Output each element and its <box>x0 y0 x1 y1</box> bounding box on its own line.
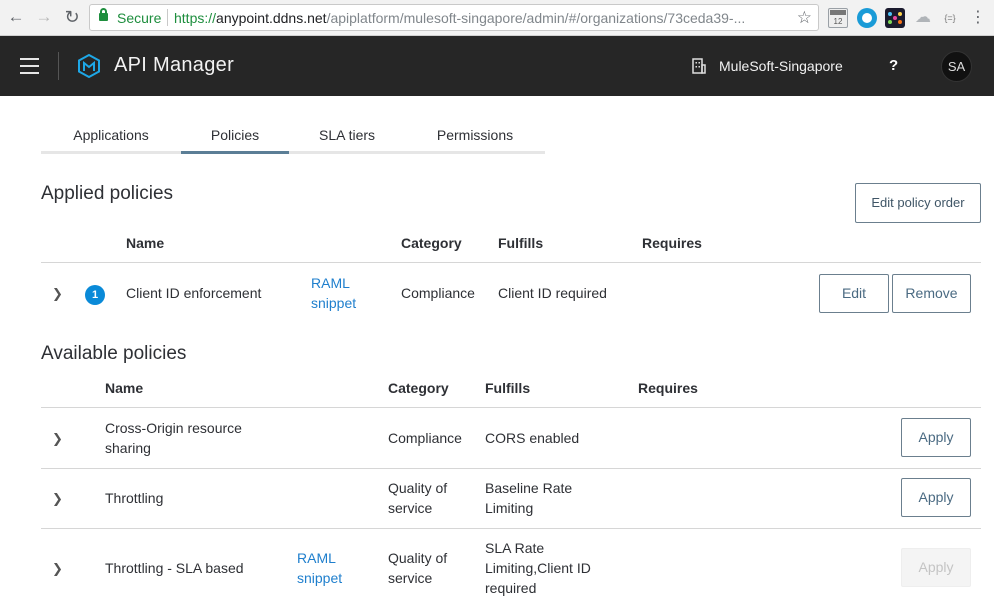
policy-category: Compliance <box>401 285 475 301</box>
cloud-extension-icon[interactable]: ☁ <box>913 8 933 28</box>
edit-policy-button[interactable]: Edit <box>819 274 889 313</box>
policy-category: Compliance <box>388 430 462 446</box>
policy-name: Client ID enforcement <box>126 285 262 301</box>
row-divider <box>41 468 981 469</box>
url-path: /apiplatform/mulesoft-singapore/admin/#/… <box>326 10 746 26</box>
applied-col-name: Name <box>126 235 165 251</box>
policy-category: Quality of service <box>388 478 447 518</box>
raml-link-line1: RAML <box>297 550 336 566</box>
json-extension-icon[interactable]: {=} <box>940 8 960 28</box>
fulfills-line2: Limiting <box>485 500 534 516</box>
apply-policy-button[interactable]: Apply <box>901 478 971 517</box>
bookmark-star-icon[interactable]: ☆ <box>797 8 812 28</box>
url-text[interactable]: https://anypoint.ddns.net/apiplatform/mu… <box>174 10 794 26</box>
category-line2: service <box>388 500 433 516</box>
active-tab-indicator <box>181 151 289 154</box>
available-col-category: Category <box>388 380 449 396</box>
policy-name: Throttling - SLA based <box>105 560 244 576</box>
fulfills-line2: Limiting,Client ID <box>485 560 591 576</box>
address-bar[interactable]: Secure https://anypoint.ddns.net/apiplat… <box>89 4 819 31</box>
app-header: API Manager MuleSoft-Singapore ? SA <box>0 36 994 96</box>
available-col-requires: Requires <box>638 380 698 396</box>
expand-chevron-icon[interactable]: ❯ <box>52 561 63 577</box>
policy-name-line1: Cross-Origin resource <box>105 420 242 436</box>
tab-policies[interactable]: Policies <box>181 127 289 154</box>
apply-policy-button[interactable]: Apply <box>901 418 971 457</box>
available-col-fulfills: Fulfills <box>485 380 531 396</box>
tab-applications[interactable]: Applications <box>41 127 181 154</box>
api-manager-logo-icon <box>78 54 100 78</box>
policy-name-line2: sharing <box>105 440 151 456</box>
raml-link-line1: RAML <box>311 275 350 291</box>
policy-order-badge: 1 <box>85 285 105 305</box>
lock-icon <box>99 8 108 21</box>
policy-name: Throttling <box>105 490 164 506</box>
secure-label: Secure <box>117 10 162 26</box>
remove-policy-button[interactable]: Remove <box>892 274 971 313</box>
category-line1: Quality of <box>388 550 448 566</box>
applied-header-divider <box>41 262 981 263</box>
browser-toolbar: ← → ↻ Secure https://anypoint.ddns.net/a… <box>0 0 994 36</box>
reload-icon[interactable]: ↻ <box>61 6 83 28</box>
raml-snippet-link[interactable]: RAML snippet <box>297 548 342 588</box>
raml-link-line2: snippet <box>297 570 343 586</box>
available-policies-title: Available policies <box>41 343 187 364</box>
fulfills-line1: SLA Rate <box>485 540 545 556</box>
forward-arrow-icon[interactable]: → <box>33 6 55 28</box>
category-line1: Quality of <box>388 480 448 496</box>
url-divider <box>167 9 168 26</box>
header-divider <box>58 52 59 80</box>
circle-extension-icon[interactable] <box>857 8 877 28</box>
policy-fulfills: Client ID required <box>498 285 607 301</box>
calendar-extension-icon[interactable]: 12 <box>828 8 848 28</box>
policy-fulfills: CORS enabled <box>485 430 580 446</box>
tab-permissions[interactable]: Permissions <box>405 127 545 154</box>
expand-chevron-icon[interactable]: ❯ <box>52 431 63 447</box>
fulfills-line1: Baseline Rate <box>485 480 573 496</box>
help-icon[interactable]: ? <box>889 57 898 74</box>
category-line2: service <box>388 570 433 586</box>
policy-name: Cross-Origin resource sharing <box>105 418 242 458</box>
url-scheme: https:// <box>174 10 217 26</box>
fulfills-line3: required <box>485 580 537 596</box>
url-host: anypoint.ddns.net <box>216 10 327 26</box>
back-arrow-icon[interactable]: ← <box>5 6 27 28</box>
available-header-divider <box>41 407 981 408</box>
apply-policy-button-disabled: Apply <box>901 548 971 587</box>
expand-chevron-icon[interactable]: ❯ <box>52 491 63 507</box>
row-divider <box>41 528 981 529</box>
api-tabs: Applications Policies SLA tiers Permissi… <box>41 119 545 154</box>
applied-col-requires: Requires <box>642 235 702 251</box>
tab-sla-tiers[interactable]: SLA tiers <box>289 127 405 154</box>
available-col-name: Name <box>105 380 144 396</box>
applied-policies-title: Applied policies <box>41 183 174 204</box>
policy-fulfills: SLA Rate Limiting,Client ID required <box>485 538 591 598</box>
applied-col-fulfills: Fulfills <box>498 235 544 251</box>
organization-building-icon <box>692 58 706 74</box>
app-title: API Manager <box>114 54 235 76</box>
policy-category: Quality of service <box>388 548 447 588</box>
user-avatar[interactable]: SA <box>941 51 972 82</box>
edit-policy-order-button[interactable]: Edit policy order <box>855 183 981 223</box>
raml-link-line2: snippet <box>311 295 357 311</box>
browser-menu-icon[interactable]: ⋮ <box>970 7 986 27</box>
raml-snippet-link[interactable]: RAML snippet <box>311 273 356 313</box>
organization-switcher[interactable]: MuleSoft-Singapore <box>719 58 843 74</box>
dots-extension-icon[interactable] <box>885 8 905 28</box>
expand-chevron-icon[interactable]: ❯ <box>52 286 63 302</box>
applied-col-category: Category <box>401 235 462 251</box>
hamburger-menu-icon[interactable] <box>20 58 39 74</box>
policy-fulfills: Baseline Rate Limiting <box>485 478 572 518</box>
